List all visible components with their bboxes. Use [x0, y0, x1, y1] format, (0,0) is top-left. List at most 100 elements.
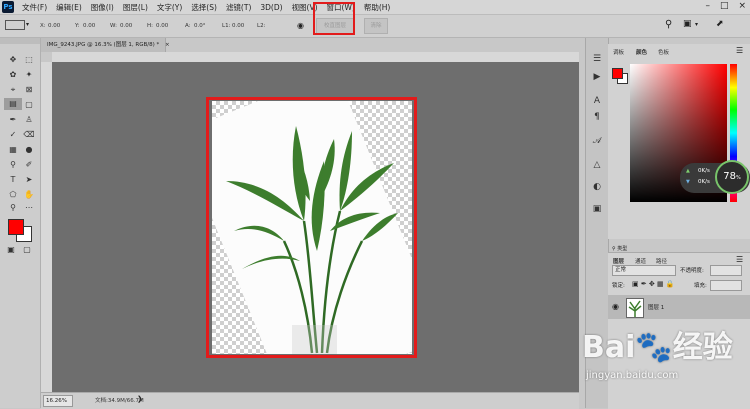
menu-image[interactable]: 图像(I)	[91, 2, 114, 13]
dodge-tool-icon[interactable]: ⚲	[6, 159, 20, 171]
tab-channels[interactable]: 通道	[635, 257, 646, 265]
status-bar: 16.26% 文档:34.9M/66.7M ❯	[41, 392, 579, 409]
menu-type[interactable]: 文字(Y)	[157, 2, 182, 13]
search-icon[interactable]: ⚲	[665, 19, 672, 30]
menu-help[interactable]: 帮助(H)	[364, 2, 391, 13]
paragraph-panel-icon[interactable]: ¶	[590, 110, 604, 124]
toolbar-grip[interactable]	[0, 38, 40, 44]
frame-tool-icon[interactable]: ⊠	[22, 84, 36, 96]
memory-usage-unit: %	[735, 175, 741, 181]
zoom-level-field[interactable]: 16.26%	[43, 395, 73, 407]
panel-menu-icon[interactable]: ☰	[736, 46, 743, 55]
eraser-tool-icon[interactable]: ⌫	[22, 129, 36, 141]
adjustments-panel-icon[interactable]: ◐	[590, 180, 604, 194]
menu-layer[interactable]: 图层(L)	[123, 2, 148, 13]
minimize-icon[interactable]: –	[705, 1, 710, 11]
tab-close-icon[interactable]: ×	[165, 42, 170, 48]
type-tool-icon[interactable]: T	[6, 174, 20, 186]
frame-shape-icon[interactable]: ▢	[22, 99, 36, 111]
status-arrow-icon[interactable]: ❯	[137, 395, 143, 403]
x-value: 0.00	[48, 23, 61, 29]
photoshop-logo-icon: Ps	[2, 1, 14, 13]
character-panel-icon[interactable]: A	[590, 94, 604, 108]
hand-tool-icon[interactable]: ✋	[22, 189, 36, 201]
actions-play-icon[interactable]: ▶	[590, 70, 604, 84]
tab-color[interactable]: 颜色	[636, 48, 647, 56]
h-value: 0.00	[156, 23, 169, 29]
memory-usage-gauge[interactable]: 78%	[715, 160, 749, 194]
3d-panel-icon[interactable]: △	[590, 158, 604, 172]
l1-value: 0.00	[232, 23, 245, 29]
brush-tool-icon[interactable]: ✒	[6, 114, 20, 126]
tool-preset-chevron-icon[interactable]: ▾	[26, 21, 29, 28]
workspace-icon[interactable]: ▣	[683, 19, 692, 29]
blur-tool-icon[interactable]: ●	[22, 144, 36, 156]
share-icon[interactable]: ⬈	[716, 19, 724, 29]
angle-value: 0.0°	[194, 23, 206, 29]
lasso-tool-icon[interactable]: ✿	[6, 69, 20, 81]
menu-bar: Ps 文件(F) 编辑(E) 图像(I) 图层(L) 文字(Y) 选择(S) 滤…	[0, 0, 750, 15]
ruler-tool-icon[interactable]	[5, 20, 25, 30]
marquee-tool-icon[interactable]: ⬚	[22, 54, 36, 66]
move-tool-icon[interactable]: ✥	[6, 54, 20, 66]
path-select-icon[interactable]: ➤	[22, 174, 36, 186]
filter-search-icon: ⚲	[612, 246, 616, 252]
gradient-tool-icon[interactable]: ▦	[6, 144, 20, 156]
menu-edit[interactable]: 编辑(E)	[56, 2, 82, 13]
brush-settings-icon[interactable]: ☰	[590, 52, 604, 66]
color-panel: 调板 颜色 色板 ☰	[608, 44, 750, 239]
close-icon[interactable]: ×	[738, 1, 746, 11]
clear-button[interactable]: 清除	[364, 18, 388, 34]
history-brush-icon[interactable]: ✓	[6, 129, 20, 141]
document-tab[interactable]: IMG_9243.JPG @ 16.3% (图层 1, RGB/8) * ×	[41, 38, 170, 52]
watermark-url: jingyan.baidu.com	[586, 370, 679, 381]
menu-filter[interactable]: 滤镜(T)	[226, 2, 251, 13]
tab-paths[interactable]: 路径	[656, 257, 667, 265]
quick-mask-icon[interactable]: ▣	[4, 244, 18, 256]
layers-menu-icon[interactable]: ☰	[736, 255, 743, 264]
libraries-panel-icon[interactable]: ▣	[590, 202, 604, 216]
shape-tool-icon[interactable]: ⬠	[6, 189, 20, 201]
lock-label: 锁定:	[612, 283, 625, 289]
foreground-color-swatch[interactable]	[8, 219, 24, 235]
layer-row[interactable]: ◉ 图层 1	[608, 295, 750, 319]
stamp-tool-icon[interactable]: ♙	[22, 114, 36, 126]
zoom-tool-icon[interactable]: ⚲	[6, 202, 20, 214]
tab-layers[interactable]: 图层	[613, 257, 624, 265]
commit-highlight-box	[313, 2, 355, 35]
maximize-icon[interactable]: □	[720, 1, 729, 11]
opacity-input[interactable]	[710, 265, 742, 276]
lock-icons[interactable]: ▣ ✒ ✥ ▦ 🔒	[632, 280, 675, 288]
tab-adjust-panel[interactable]: 调板	[613, 48, 624, 56]
download-icon: ▼	[686, 179, 690, 185]
memory-usage-percent: 78	[723, 171, 736, 182]
crop-tool-icon[interactable]: ⌖	[6, 84, 20, 96]
quick-select-tool-icon[interactable]: ✦	[22, 69, 36, 81]
fill-label: 填充:	[694, 283, 707, 289]
upload-icon: ▲	[686, 168, 690, 174]
opacity-label: 不透明度:	[680, 268, 704, 274]
more-tools-icon[interactable]: ⋯	[22, 202, 36, 214]
tab-swatches[interactable]: 色板	[658, 48, 669, 56]
layer-thumbnail	[626, 298, 644, 318]
window-controls: – □ ×	[705, 1, 746, 11]
angle-label: A:	[185, 23, 191, 29]
color-panel-foreground-swatch[interactable]	[612, 68, 623, 79]
filter-kind-dropdown[interactable]: ⚲ 类型	[612, 245, 652, 253]
screen-mode-icon[interactable]: ▢	[20, 244, 34, 256]
menu-file[interactable]: 文件(F)	[22, 2, 47, 13]
blend-mode-select[interactable]: 正常	[612, 265, 676, 276]
fill-input[interactable]	[710, 280, 742, 291]
menu-3d[interactable]: 3D(D)	[260, 3, 282, 12]
document-highlight-box	[206, 97, 417, 358]
l1-label: L1:	[222, 23, 231, 29]
glyphs-panel-icon[interactable]: 𝒜	[590, 134, 604, 148]
baidu-jingyan-watermark: Bai🐾经验 jingyan.baidu.com	[582, 322, 750, 408]
layer-visibility-eye-icon[interactable]: ◉	[612, 302, 619, 311]
layer-name: 图层 1	[648, 305, 665, 311]
eye-icon[interactable]: ◉	[297, 21, 304, 30]
workspace-chevron-icon[interactable]: ▾	[695, 21, 698, 28]
pen-tool-icon[interactable]: ✐	[22, 159, 36, 171]
menu-select[interactable]: 选择(S)	[191, 2, 217, 13]
ruler-tool-selected-icon[interactable]: ▤	[4, 98, 22, 110]
